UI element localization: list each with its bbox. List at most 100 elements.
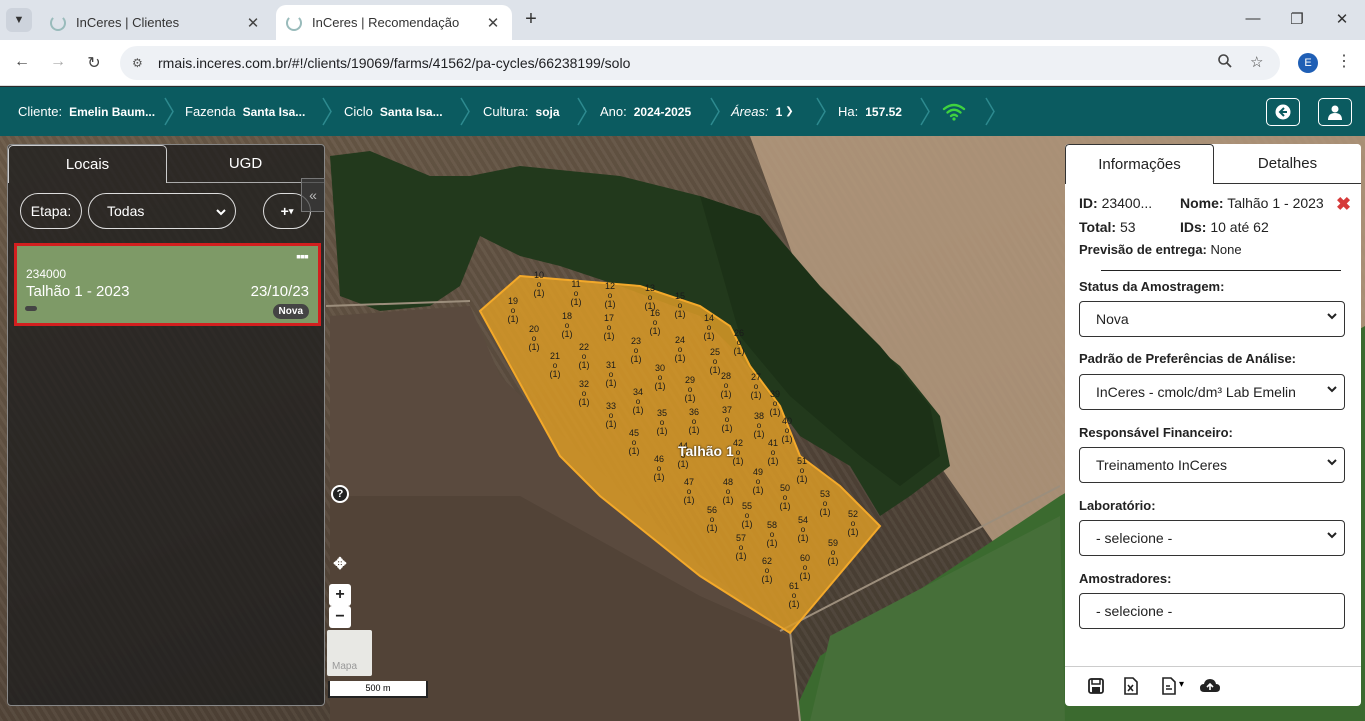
sample-point-36[interactable]: 36 o (1) [684,408,704,435]
map-type-toggle[interactable]: Mapa [327,630,372,676]
excel-export-icon[interactable] [1122,677,1140,695]
close-tab-icon[interactable]: ✕ [484,14,502,32]
breadcrumb-areas[interactable]: Áreas: 1 ❯ [731,87,794,136]
sample-point-53[interactable]: 53 o (1) [815,490,835,517]
restore-icon[interactable]: ❐ [1287,10,1307,28]
zoom-out-button[interactable]: − [329,606,351,628]
sample-point-14[interactable]: 14 o (1) [699,314,719,341]
sample-point-24[interactable]: 24 o (1) [670,336,690,363]
sample-point-33[interactable]: 33 o (1) [601,402,621,429]
sample-point-61[interactable]: 61 o (1) [784,582,804,609]
sample-point-34[interactable]: 34 o (1) [628,388,648,415]
sample-point-51[interactable]: 51 o (1) [792,457,812,484]
sample-point-30[interactable]: 30 o (1) [650,364,670,391]
collapse-panel-button[interactable]: « [301,178,325,212]
sample-point-47[interactable]: 47 o (1) [679,478,699,505]
sample-point-26[interactable]: 26 o (1) [729,329,749,356]
save-icon[interactable] [1087,677,1105,695]
sample-point-62[interactable]: 62 o (1) [757,557,777,584]
sample-point-11[interactable]: 11 o (1) [566,280,586,307]
sample-point-59[interactable]: 59 o (1) [823,539,843,566]
profile-avatar[interactable]: E [1298,53,1318,73]
total-label: Total: [1079,219,1117,235]
sample-point-50[interactable]: 50 o (1) [775,484,795,511]
pan-icon[interactable]: ✥ [329,553,351,575]
user-button[interactable] [1318,98,1352,126]
help-button[interactable]: ? [331,485,349,503]
tab-informacoes[interactable]: Informações [1065,144,1214,184]
back-icon[interactable]: ← [12,53,32,71]
more-options-icon[interactable]: ▪▪▪ [296,248,309,264]
breadcrumb-cultura[interactable]: Cultura: soja [483,87,560,136]
breadcrumb-fazenda[interactable]: Fazenda Santa Isa... [185,87,305,136]
sample-point-58[interactable]: 58 o (1) [762,521,782,548]
sample-point-48[interactable]: 48 o (1) [718,478,738,505]
padrao-select[interactable]: InCeres - cmolc/dm³ Lab Emelin [1079,374,1345,410]
sample-point-35[interactable]: 35 o (1) [652,409,672,436]
etapa-select[interactable]: Todas [88,193,236,229]
sample-point-39[interactable]: 39 o (1) [765,390,785,417]
sample-point-18[interactable]: 18 o (1) [557,312,577,339]
sample-point-54[interactable]: 54 o (1) [793,516,813,543]
sample-point-10[interactable]: 10 o (1) [529,271,549,298]
sample-point-28[interactable]: 28 o (1) [716,372,736,399]
tab-detalhes[interactable]: Detalhes [1214,144,1361,184]
pdf-export-icon[interactable] [1160,677,1178,695]
url-input[interactable]: ⚙ rmais.inceres.com.br/#!/clients/19069/… [120,46,1280,80]
sample-point-52[interactable]: 52 o (1) [843,510,863,537]
sample-point-27[interactable]: 27 o (1) [746,373,766,400]
sample-point-12[interactable]: 12 o (1) [600,282,620,309]
breadcrumb-ciclo[interactable]: Ciclo Santa Isa... [344,87,443,136]
sample-point-57[interactable]: 57 o (1) [731,534,751,561]
amostradores-select[interactable]: - selecione - [1079,593,1345,629]
new-tab-button[interactable]: + [520,9,542,31]
sample-point-56[interactable]: 56 o (1) [702,506,722,533]
sample-point-21[interactable]: 21 o (1) [545,352,565,379]
breadcrumb-ano[interactable]: Ano: 2024-2025 [600,87,691,136]
site-info-icon[interactable]: ⚙ [132,56,146,70]
responsavel-select[interactable]: Treinamento InCeres [1079,447,1345,483]
laboratorio-select[interactable]: - selecione - [1079,520,1345,556]
sample-point-55[interactable]: 55 o (1) [737,502,757,529]
sample-point-13[interactable]: 13 o (1) [640,284,660,311]
breadcrumb-cliente[interactable]: Cliente: Emelin Baum... [18,87,155,136]
cloud-upload-icon[interactable] [1199,677,1221,695]
close-window-icon[interactable]: ✕ [1332,10,1352,28]
sample-point-23[interactable]: 23 o (1) [626,337,646,364]
tab-locais[interactable]: Locais [8,145,167,183]
zoom-icon[interactable] [1217,53,1233,73]
tab-favicon-icon [286,14,302,31]
sample-point-49[interactable]: 49 o (1) [748,468,768,495]
sample-point-29[interactable]: 29 o (1) [680,376,700,403]
forward-icon[interactable]: → [48,53,68,71]
place-card[interactable]: ▪▪▪ 234000 Talhão 1 - 2023 23/10/23 Nova [14,243,321,326]
tab-search-button[interactable]: ▼ [6,8,32,32]
sample-point-20[interactable]: 20 o (1) [524,325,544,352]
sample-point-37[interactable]: 37 o (1) [717,406,737,433]
sample-point-17[interactable]: 17 o (1) [599,314,619,341]
sample-point-46[interactable]: 46 o (1) [649,455,669,482]
browser-tab-recomendacao[interactable]: InCeres | Recomendação ✕ [276,5,512,40]
sample-point-22[interactable]: 22 o (1) [574,343,594,370]
zoom-in-button[interactable]: + [329,584,351,606]
status-select[interactable]: Nova [1079,301,1345,337]
sample-point-19[interactable]: 19 o (1) [503,297,523,324]
browser-menu-icon[interactable]: ⋮ [1336,51,1352,71]
sample-point-16[interactable]: 16 o (1) [645,309,665,336]
sample-point-31[interactable]: 31 o (1) [601,361,621,388]
bookmark-star-icon[interactable]: ☆ [1250,53,1263,71]
chevron-down-icon [1327,313,1337,320]
reload-icon[interactable]: ↻ [84,53,104,73]
arrow-left-icon [1275,104,1291,120]
sample-point-45[interactable]: 45 o (1) [624,429,644,456]
sample-point-41[interactable]: 41 o (1) [763,439,783,466]
sample-point-60[interactable]: 60 o (1) [795,554,815,581]
close-icon[interactable]: ✖ [1336,194,1351,215]
caret-down-icon[interactable]: ▾ [1179,679,1184,690]
back-button[interactable] [1266,98,1300,126]
browser-tab-clientes[interactable]: InCeres | Clientes ✕ [40,5,272,40]
minimize-icon[interactable]: — [1243,10,1263,27]
close-tab-icon[interactable]: ✕ [244,14,262,32]
sample-point-15[interactable]: 15 o (1) [670,292,690,319]
sample-point-32[interactable]: 32 o (1) [574,380,594,407]
